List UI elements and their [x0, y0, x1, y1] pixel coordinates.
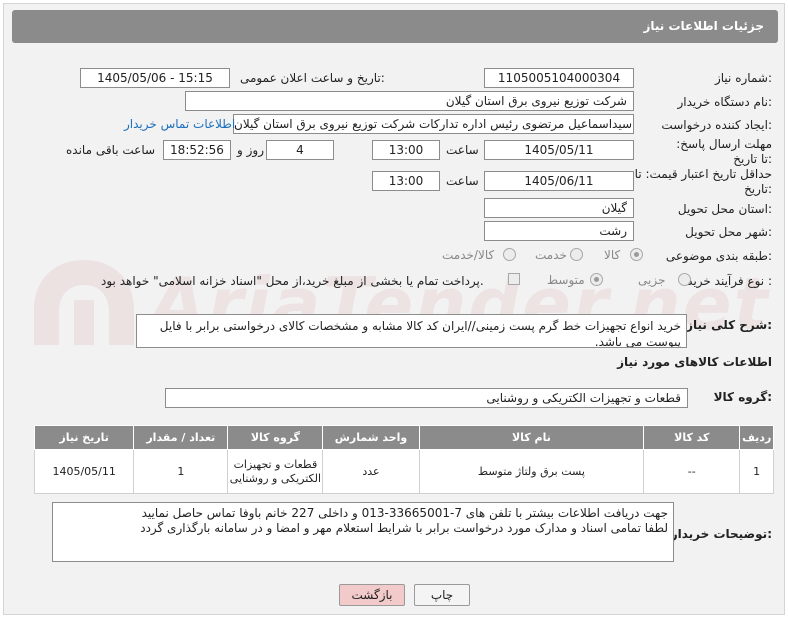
deadline-time-label: ساعت [446, 143, 479, 157]
purchase-partial-label: جزیی [638, 273, 666, 287]
back-button[interactable]: بازگشت [339, 584, 405, 606]
treasury-payment-note: پرداخت تمام یا بخشی از مبلغ خرید،از محل … [101, 274, 484, 288]
validity-time-field: 13:00 [372, 171, 440, 191]
print-button[interactable]: چاپ [414, 584, 470, 606]
category-goods-label: کالا [604, 248, 621, 262]
treasury-payment-checkbox[interactable] [508, 273, 520, 285]
city-field: رشت [484, 221, 634, 241]
description-textarea: خرید انواع تجهیزات خط گرم پست زمینی//ایر… [136, 314, 687, 348]
table-row: 1 -- پست برق ولتاژ متوسط عدد قطعات و تجه… [33, 449, 774, 494]
watermark-logo-icon [34, 260, 134, 345]
deadline-label: مهلت ارسال پاسخ: تا تاریخ: [676, 137, 772, 166]
days-field: 4 [266, 140, 334, 160]
goods-group-label: گروه کالا: [713, 390, 772, 404]
announce-label: تاریخ و ساعت اعلان عمومی: [240, 71, 385, 85]
creator-label: ایجاد کننده درخواست: [661, 118, 772, 132]
category-label: طبقه بندی موضوعی: [665, 249, 772, 263]
col-date: تاریخ نیاز [33, 425, 135, 450]
page-header: جزئیات اطلاعات نیاز [12, 10, 778, 43]
deadline-date-field: 1405/05/11 [484, 140, 634, 160]
province-field: گیلان [484, 198, 634, 218]
cell-group: قطعات و تجهیزات الکتریکی و روشنایی [227, 449, 324, 494]
category-goods-radio[interactable] [630, 248, 643, 261]
goods-table-header: ردیف کد کالا نام کالا واحد شمارش گروه کا… [33, 425, 774, 450]
city-label: شهر محل تحویل: [685, 225, 772, 239]
days-label: روز و [237, 143, 264, 157]
description-label: شرح کلی نیاز: [686, 318, 772, 332]
cell-unit: عدد [322, 449, 420, 494]
cell-row: 1 [739, 449, 774, 494]
col-code: کد کالا [643, 425, 741, 450]
goods-section-title: اطلاعات کالاهای مورد نیاز [617, 355, 772, 369]
col-row: ردیف [739, 425, 774, 450]
deadline-time-field: 13:00 [372, 140, 440, 160]
buyer-notes-line1: جهت دریافت اطلاعات بیشتر با تلفن های 7-3… [141, 506, 668, 520]
buyer-notes-line2: لطفا تمامی اسناد و مدارک مورد درخواست بر… [140, 521, 668, 535]
remaining-time-field: 18:52:56 [163, 140, 231, 160]
purchase-partial-radio[interactable] [678, 273, 691, 286]
need-number-label: شماره نیاز: [714, 71, 772, 85]
cell-name: پست برق ولتاژ متوسط [418, 449, 645, 494]
page-title: جزئیات اطلاعات نیاز [643, 19, 764, 33]
category-both-label: کالا/خدمت [442, 248, 495, 262]
cell-qty: 1 [133, 449, 229, 494]
purchase-type-label: نوع فرآیند خرید : [687, 274, 772, 288]
category-service-label: خدمت [535, 248, 567, 262]
goods-group-field: قطعات و تجهیزات الکتریکی و روشنایی [165, 388, 688, 408]
col-group: گروه کالا [227, 425, 324, 450]
category-service-radio[interactable] [570, 248, 583, 261]
category-both-radio[interactable] [503, 248, 516, 261]
goods-table: ردیف کد کالا نام کالا واحد شمارش گروه کا… [33, 425, 774, 494]
buyer-org-field: شرکت توزیع نیروی برق استان گیلان [185, 91, 634, 111]
col-qty: تعداد / مقدار [133, 425, 229, 450]
creator-field: سیداسماعیل مرتضوی رئیس اداره تدارکات شرک… [233, 114, 634, 134]
cell-code: -- [643, 449, 741, 494]
col-name: نام کالا [418, 425, 645, 450]
need-number-field: 1105005104000304 [484, 68, 634, 88]
purchase-medium-label: متوسط [547, 273, 585, 287]
col-unit: واحد شمارش [322, 425, 420, 450]
validity-label: حداقل تاریخ اعتبار قیمت: تا تاریخ: [634, 167, 772, 196]
announce-date-field: 1405/05/06 - 15:15 [80, 68, 230, 88]
validity-time-label: ساعت [446, 174, 479, 188]
contact-buyer-link[interactable]: اطلاعات تماس خریدار [124, 117, 235, 131]
purchase-medium-radio[interactable] [590, 273, 603, 286]
province-label: استان محل تحویل: [677, 202, 772, 216]
buyer-org-label: نام دستگاه خریدار: [677, 95, 773, 109]
cell-date: 1405/05/11 [33, 449, 135, 494]
buyer-notes-label: توضیحات خریدار: [670, 527, 772, 541]
validity-date-field: 1405/06/11 [484, 171, 634, 191]
remaining-label: ساعت باقی مانده [66, 143, 156, 157]
buyer-notes-textarea: جهت دریافت اطلاعات بیشتر با تلفن های 7-3… [52, 502, 674, 562]
